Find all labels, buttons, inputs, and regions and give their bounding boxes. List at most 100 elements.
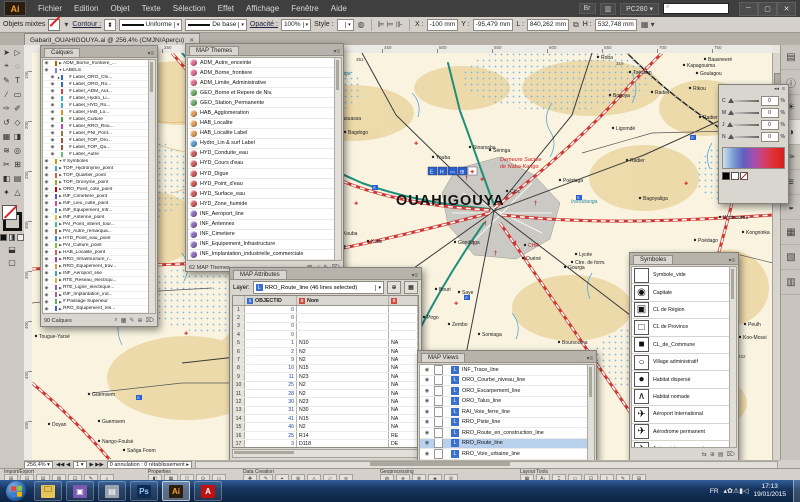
taskbar-app-purple[interactable]: ▣ xyxy=(66,481,94,501)
cut-cell[interactable]: NA xyxy=(389,382,418,389)
theme-row-geo-station-permanente[interactable]: GEO_Station_Permanente xyxy=(188,98,341,108)
visibility-eye-icon[interactable]: ◉ xyxy=(420,388,434,394)
type-tool[interactable]: T xyxy=(12,73,23,87)
attribute-row[interactable]: 30 xyxy=(233,323,418,331)
channel-value[interactable]: 0 xyxy=(761,96,779,106)
nom-cell[interactable] xyxy=(297,323,389,330)
visibility-eye-icon[interactable]: ◉ xyxy=(43,186,50,192)
layer-row-label-top-oro[interactable]: ◉# Label_TOP_Oro...○ xyxy=(43,137,155,144)
symbol-row-cl-de-r-gion[interactable]: ▣CL de Région xyxy=(632,302,736,319)
objectid-cell[interactable]: 41 xyxy=(245,415,297,422)
recolor-icon[interactable]: ◍ xyxy=(357,20,366,29)
page-icon[interactable] xyxy=(434,376,443,386)
taskbar-app-gray[interactable]: ▤ xyxy=(98,481,126,501)
view-row-oro-talus-line[interactable]: ◉LORO_Talus_line xyxy=(420,397,594,408)
layer-row-label-top-qu[interactable]: ◉# Label_TOP_Qu...○ xyxy=(43,144,155,151)
attributes-hscroll[interactable] xyxy=(232,449,419,458)
visibility-eye-icon[interactable]: ◉ xyxy=(49,151,56,157)
layer-row-pai-point-interet-tour[interactable]: ◉▶PAI_Point_interet_tour...○ xyxy=(43,221,155,228)
links-icon[interactable]: ▥ xyxy=(781,270,800,295)
rectangle-tool[interactable]: ▭ xyxy=(12,87,23,101)
layer-row-oro-point-cote-point[interactable]: ◉▶ORO_Point_cote_point○ xyxy=(43,186,155,193)
layer-row-label-hyd-ro[interactable]: ◉# Label_HYD_Ro...○ xyxy=(43,102,155,109)
visibility-eye-icon[interactable]: ◉ xyxy=(43,214,50,220)
bridge-button[interactable]: Br xyxy=(579,3,596,14)
screen-mode-icon[interactable]: ▢ xyxy=(0,258,24,267)
page-icon[interactable] xyxy=(434,365,443,375)
attribute-row[interactable]: 1128N2NA xyxy=(233,390,418,398)
pencil-tool[interactable]: ✐ xyxy=(12,101,23,115)
symbol-row-village-administratif[interactable]: ○Village administratif xyxy=(632,354,736,371)
theme-row-hab-agglomeration[interactable]: HAB_Agglomeration xyxy=(188,108,341,118)
taskbar-illustrator[interactable]: Ai xyxy=(162,481,190,501)
fill-stroke-control[interactable] xyxy=(2,205,22,231)
visibility-eye-icon[interactable]: ◉ xyxy=(49,74,56,80)
channel-value[interactable]: 0 xyxy=(761,120,779,130)
nom-cell[interactable] xyxy=(297,331,389,338)
layer-row-inf-implantation-ind[interactable]: ◉▶INF_Implantation_ind...○ xyxy=(43,292,155,299)
symbols-footer-icon[interactable]: ▤ xyxy=(718,451,724,458)
page-icon[interactable] xyxy=(434,397,443,407)
nom-cell[interactable]: N23 xyxy=(297,373,389,380)
layer-row-rro-equipement-res[interactable]: ◉▶RRO_Equipement_res...○ xyxy=(43,306,155,313)
attribute-row[interactable]: 173D118DE xyxy=(233,440,418,448)
visibility-eye-icon[interactable]: ◉ xyxy=(43,60,50,66)
menu-objet[interactable]: Objet xyxy=(104,4,135,13)
visibility-eye-icon[interactable]: ◉ xyxy=(43,306,50,312)
paintbrush-tool[interactable]: ✑ xyxy=(1,101,12,115)
gradient-tool[interactable]: ◨ xyxy=(12,129,23,143)
nom-cell[interactable]: N2 xyxy=(297,390,389,397)
taskbar-clock[interactable]: 17:13 19/01/2015 xyxy=(753,483,786,499)
layer-row-top-hydronyme-point[interactable]: ◉▶TOP_Hydronyme_point○ xyxy=(43,165,155,172)
layer-row-label-oro-ro[interactable]: ◉# Label_ORO_Ro...○ xyxy=(43,81,155,88)
page-icon[interactable] xyxy=(434,449,443,459)
selection-tool[interactable]: ➤ xyxy=(1,45,12,59)
layer-row-labels[interactable]: ◉▼LABELS○ xyxy=(43,67,155,74)
cut-cell[interactable]: DE xyxy=(389,440,418,447)
layer-row-label-hydro-li[interactable]: ◉# Label_Hydro_Li...○ xyxy=(43,95,155,102)
objectid-cell[interactable]: 25 xyxy=(245,382,297,389)
document-panel-icon[interactable]: ▤ xyxy=(781,45,800,70)
nom-cell[interactable] xyxy=(297,306,389,313)
w-field[interactable]: 840,262 mm xyxy=(527,19,569,31)
view-row-rro-route-en-construction-line[interactable]: ◉LRRO_Route_en_construction_line xyxy=(420,428,594,439)
tab-symboles[interactable]: Symboles xyxy=(633,255,673,264)
cut-cell[interactable]: NA xyxy=(389,398,418,405)
nom-cell[interactable]: N2 xyxy=(297,348,389,355)
visibility-eye-icon[interactable]: ◉ xyxy=(49,95,56,101)
attribute-row[interactable]: 1230N23NA xyxy=(233,398,418,406)
theme-row-inf-antennes[interactable]: INF_Antennes xyxy=(188,220,341,230)
layer-row-pai-culture-point[interactable]: ◉▶PAI_Culture_point○ xyxy=(43,242,155,249)
visibility-eye-icon[interactable]: ◉ xyxy=(420,440,434,446)
direct-selection-tool[interactable]: ▷ xyxy=(12,45,23,59)
slider-track[interactable] xyxy=(728,112,758,114)
channel-value[interactable]: 0 xyxy=(761,132,779,142)
cut-cell[interactable]: NA xyxy=(389,365,418,372)
nom-cell[interactable]: N2 xyxy=(297,423,389,430)
layers-footer-icon[interactable]: ▦ xyxy=(121,317,127,324)
attribute-row[interactable]: 51N10NA xyxy=(233,340,418,348)
attributes-grid[interactable]: 1OBJECTIDSNomS 1020304051N10NA62N2NA79N2… xyxy=(232,295,419,448)
symbol-row-habitat-dispers[interactable]: ●Habitat dispersé xyxy=(632,371,736,388)
slider-track[interactable] xyxy=(728,136,759,138)
visibility-eye-icon[interactable]: ◉ xyxy=(43,228,50,234)
theme-row-hyd-cours-d-eau[interactable]: HYD_Cours d'eau xyxy=(188,159,341,169)
view-row-rro-piste-line[interactable]: ◉LRRO_Piste_line xyxy=(420,418,594,429)
none-button[interactable] xyxy=(17,234,24,241)
symbol-row-a-roport-international[interactable]: ✈Aéroport International xyxy=(632,406,736,423)
tray-icon[interactable]: ◁ xyxy=(743,488,748,495)
panel-menu-icon[interactable]: ▾≡ xyxy=(725,257,738,264)
visibility-eye-icon[interactable]: ◉ xyxy=(49,102,56,108)
panel-menu-icon[interactable]: ▾≡ xyxy=(144,50,157,57)
objectid-cell[interactable]: 2 xyxy=(245,348,297,355)
visibility-eye-icon[interactable]: ◉ xyxy=(420,377,434,383)
symbol-row-symbole-vide[interactable]: Symbole_vide xyxy=(632,267,736,284)
attribute-row[interactable]: 1441N15NA xyxy=(233,415,418,423)
stroke-style-dropdown[interactable]: Uniforme▾ xyxy=(119,19,183,31)
objectid-cell[interactable]: 25 xyxy=(245,432,297,439)
attribute-add-button[interactable]: ⊕ xyxy=(387,281,401,294)
layer-row-symboles[interactable]: ◉▼# Symboles○ xyxy=(43,158,155,165)
theme-row-inf-implantation-industrielle-commerciale[interactable]: INF_Implantation_industrielle_commercial… xyxy=(188,250,341,260)
appearance-icon[interactable]: ▦ xyxy=(781,220,800,245)
visibility-eye-icon[interactable]: ◉ xyxy=(49,88,56,94)
